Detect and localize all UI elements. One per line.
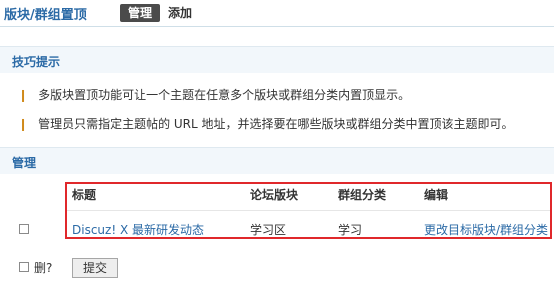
tip-item: ❙ 管理员只需指定主题帖的 URL 地址，并选择要在哪些版块或群组分类中置顶该主题… bbox=[18, 115, 514, 133]
thread-title-link[interactable]: Discuz! X 最新研发动态 bbox=[72, 221, 204, 238]
tip-text: 多版块置顶功能可让一个主题在任意多个版块或群组分类内置顶显示。 bbox=[38, 88, 411, 102]
tip-item: ❙ 多版块置顶功能可让一个主题在任意多个版块或群组分类内置顶显示。 bbox=[18, 86, 410, 104]
edit-target-link[interactable]: 更改目标版块/群组分类 bbox=[424, 221, 548, 238]
delete-label: 删? bbox=[34, 261, 53, 275]
submit-button[interactable]: 提交 bbox=[72, 258, 118, 278]
column-header-title: 标题 bbox=[72, 188, 97, 202]
page-title: 版块/群组置顶 bbox=[4, 8, 87, 23]
column-header-edit: 编辑 bbox=[424, 188, 449, 202]
column-header-forum: 论坛版块 bbox=[250, 188, 299, 202]
tips-heading: 技巧提示 bbox=[12, 55, 61, 69]
forum-cell: 学习区 bbox=[250, 223, 287, 237]
row-select-checkbox[interactable] bbox=[19, 224, 29, 234]
delete-checkbox[interactable] bbox=[19, 262, 29, 272]
tip-text: 管理员只需指定主题帖的 URL 地址，并选择要在哪些版块或群组分类中置顶该主题即… bbox=[38, 117, 514, 131]
lightbulb-icon: ❙ bbox=[18, 88, 29, 102]
tab-add[interactable]: 添加 bbox=[168, 4, 192, 22]
header-divider bbox=[0, 26, 554, 27]
lightbulb-icon: ❙ bbox=[18, 117, 29, 131]
tab-manage[interactable]: 管理 bbox=[120, 4, 160, 22]
table-divider bbox=[67, 210, 550, 211]
manage-section-header: 管理 bbox=[0, 147, 554, 174]
group-cell: 学习 bbox=[338, 223, 363, 237]
manage-heading: 管理 bbox=[12, 156, 37, 170]
tips-section-header: 技巧提示 bbox=[0, 46, 554, 73]
column-header-group: 群组分类 bbox=[338, 188, 387, 202]
